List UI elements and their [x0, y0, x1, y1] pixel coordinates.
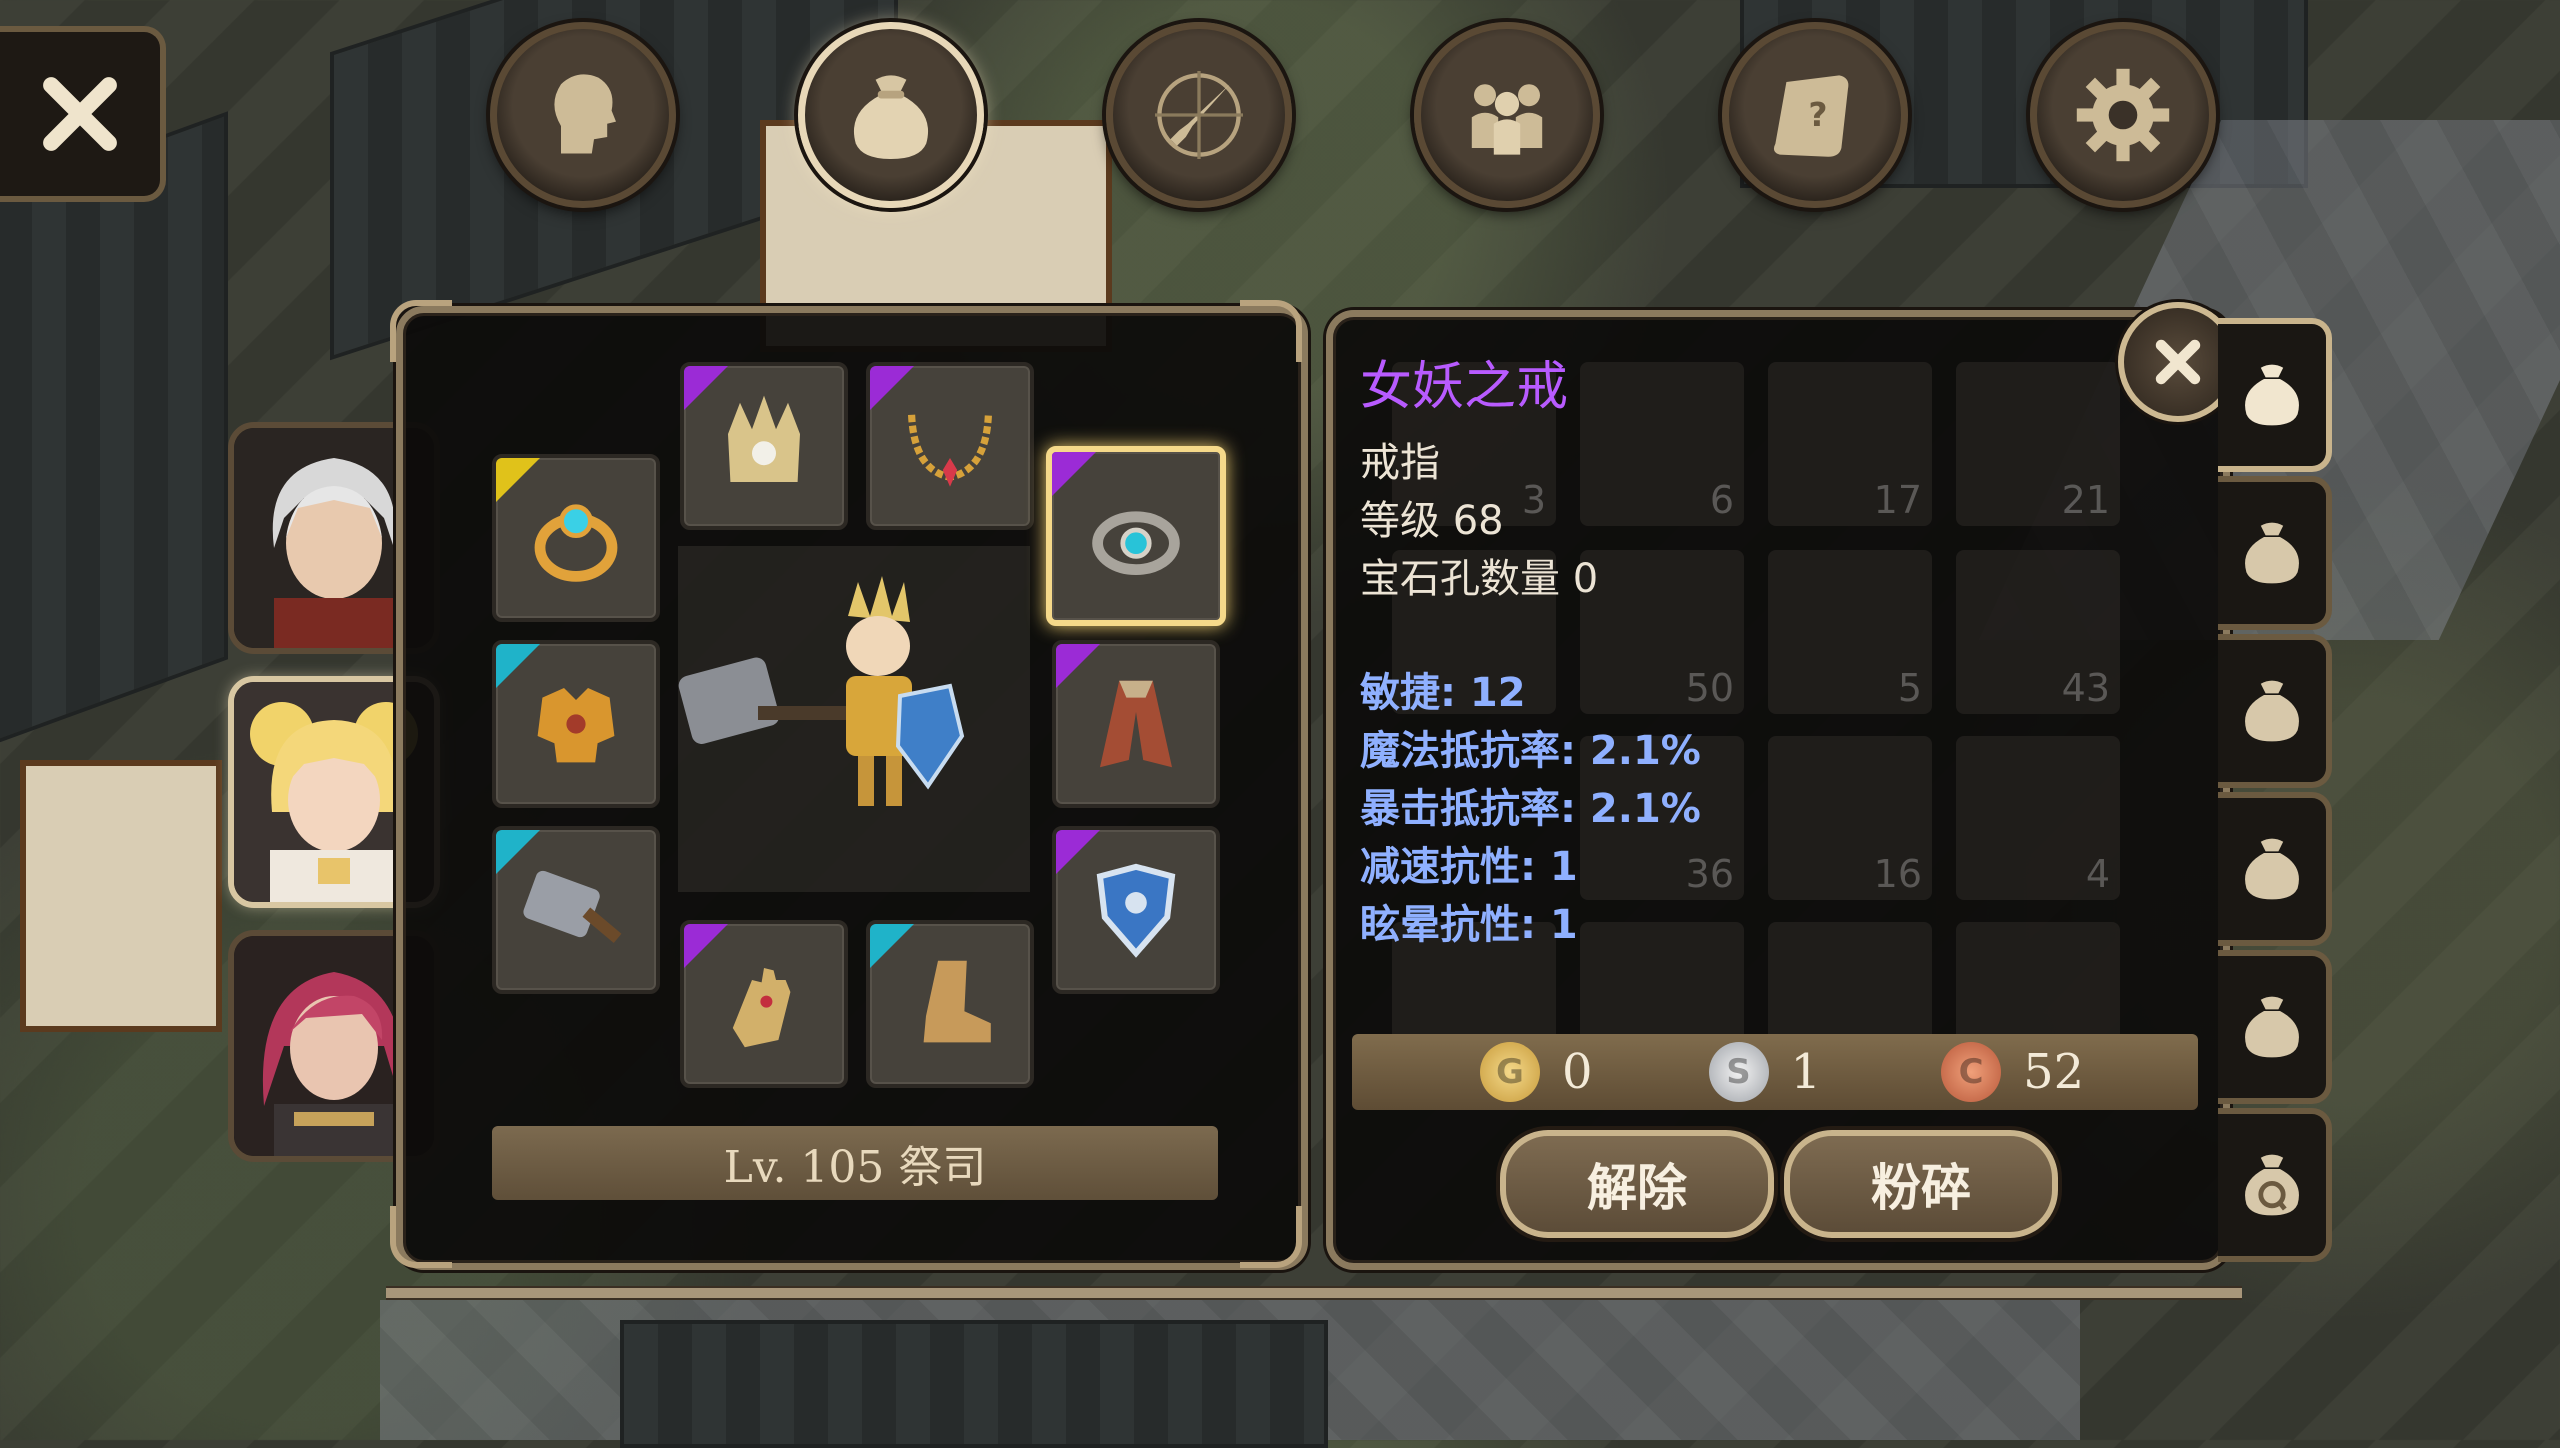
- copper-coin-icon: C: [1941, 1042, 2002, 1102]
- shield-icon: [1096, 863, 1176, 958]
- slot-boots[interactable]: [866, 920, 1034, 1088]
- stat-slow-resist: 减速抗性: 1: [1360, 844, 1578, 890]
- compass-sword-icon: [1155, 71, 1243, 159]
- bag-tab-quest[interactable]: [2218, 1108, 2332, 1262]
- bag-icon: [853, 75, 929, 159]
- bag-icon: [2245, 996, 2299, 1058]
- stat-magic-resist: 魔法抵抗率: 2.1%: [1360, 728, 1701, 774]
- slot-shield[interactable]: [1052, 826, 1220, 994]
- tab-character[interactable]: [490, 22, 676, 208]
- inventory-slot: 43: [1956, 550, 2120, 714]
- panel-base-line: [386, 1286, 2242, 1300]
- silver-coin-icon: S: [1708, 1042, 1769, 1102]
- bag-icon: [2245, 680, 2299, 742]
- tab-settings[interactable]: [2030, 22, 2216, 208]
- house-roof-south: [620, 1320, 1328, 1448]
- item-name: 女妖之戒: [1360, 357, 1569, 417]
- scroll-icon: ?: [1773, 75, 1849, 157]
- tab-skills[interactable]: [1106, 22, 1292, 208]
- tab-inventory[interactable]: [798, 22, 984, 208]
- inventory-slot: 16: [1768, 736, 1932, 900]
- silver-amount: S 1: [1708, 1042, 1821, 1102]
- slot-armor[interactable]: [492, 640, 660, 808]
- head-icon: [554, 74, 616, 154]
- character-sprite-icon: [678, 576, 965, 806]
- inventory-slot: 4: [1956, 736, 2120, 900]
- crown-helmet-icon: [728, 395, 800, 482]
- house-wall-left: [20, 760, 222, 1032]
- sell-price-bar: G 0 S 1 C 52: [1352, 1034, 2198, 1110]
- close-icon: [43, 77, 117, 151]
- gold-ring-icon: [534, 504, 618, 582]
- hammer-icon: [523, 870, 622, 943]
- inventory-slot: 5: [1768, 550, 1932, 714]
- bag-tab-5[interactable]: [2218, 950, 2332, 1104]
- boot-icon: [923, 960, 991, 1043]
- slot-cloak[interactable]: [1052, 640, 1220, 808]
- bag-icon: [2245, 364, 2299, 426]
- character-level-class: Lv. 105 祭司: [492, 1126, 1218, 1200]
- close-icon: [2155, 339, 2201, 385]
- stat-stun-resist: 眩晕抗性: 1: [1360, 902, 1578, 948]
- close-menu-button[interactable]: [0, 26, 166, 202]
- item-level: 等级 68: [1360, 498, 1504, 544]
- gold-amount: G 0: [1480, 1042, 1593, 1102]
- stat-agility: 敏捷: 12: [1360, 670, 1526, 716]
- tab-quests[interactable]: ?: [1722, 22, 1908, 208]
- bag-tab-4[interactable]: [2218, 792, 2332, 946]
- inventory-slot: 17: [1768, 362, 1932, 526]
- group-icon: [1471, 84, 1543, 155]
- inventory-slot: 6: [1580, 362, 1744, 526]
- slot-gloves[interactable]: [680, 920, 848, 1088]
- slot-weapon[interactable]: [492, 826, 660, 994]
- panel-corner-decoration: [390, 1206, 452, 1268]
- bag-tab-1[interactable]: [2218, 318, 2332, 472]
- inventory-slot: 21: [1956, 362, 2120, 526]
- gold-coin-icon: G: [1480, 1042, 1540, 1102]
- panel-corner-decoration: [1240, 1206, 1302, 1268]
- panel-corner-decoration: [390, 300, 452, 362]
- gauntlet-icon: [732, 968, 791, 1048]
- quest-bag-icon: [2245, 1154, 2299, 1216]
- tab-party[interactable]: [1414, 22, 1600, 208]
- silver-ring-icon: [1092, 511, 1180, 575]
- panel-corner-decoration: [1240, 300, 1302, 362]
- slot-helmet[interactable]: [680, 362, 848, 530]
- copper-amount: C 52: [1941, 1042, 2084, 1102]
- inventory-slot: 50: [1580, 550, 1744, 714]
- slot-ring-right[interactable]: [1046, 446, 1226, 626]
- gear-icon: [2076, 68, 2170, 162]
- character-preview: [678, 546, 1030, 892]
- bag-tab-3[interactable]: [2218, 634, 2332, 788]
- necklace-icon: [908, 414, 992, 487]
- slot-necklace[interactable]: [866, 362, 1034, 530]
- item-type: 戒指: [1360, 440, 1440, 486]
- shatter-button[interactable]: 粉碎: [1784, 1130, 2058, 1238]
- house-roof-left: [0, 111, 228, 757]
- slot-ring-left[interactable]: [492, 454, 660, 622]
- svg-text:?: ?: [1808, 95, 1827, 134]
- bag-icon: [2245, 522, 2299, 584]
- unequip-button[interactable]: 解除: [1500, 1130, 1774, 1238]
- bag-tab-2[interactable]: [2218, 476, 2332, 630]
- bag-icon: [2245, 838, 2299, 900]
- item-sockets: 宝石孔数量 0: [1360, 556, 1599, 602]
- cloak-icon: [1100, 680, 1172, 768]
- stat-crit-resist: 暴击抵抗率: 2.1%: [1360, 786, 1701, 832]
- chest-armor-icon: [537, 688, 615, 763]
